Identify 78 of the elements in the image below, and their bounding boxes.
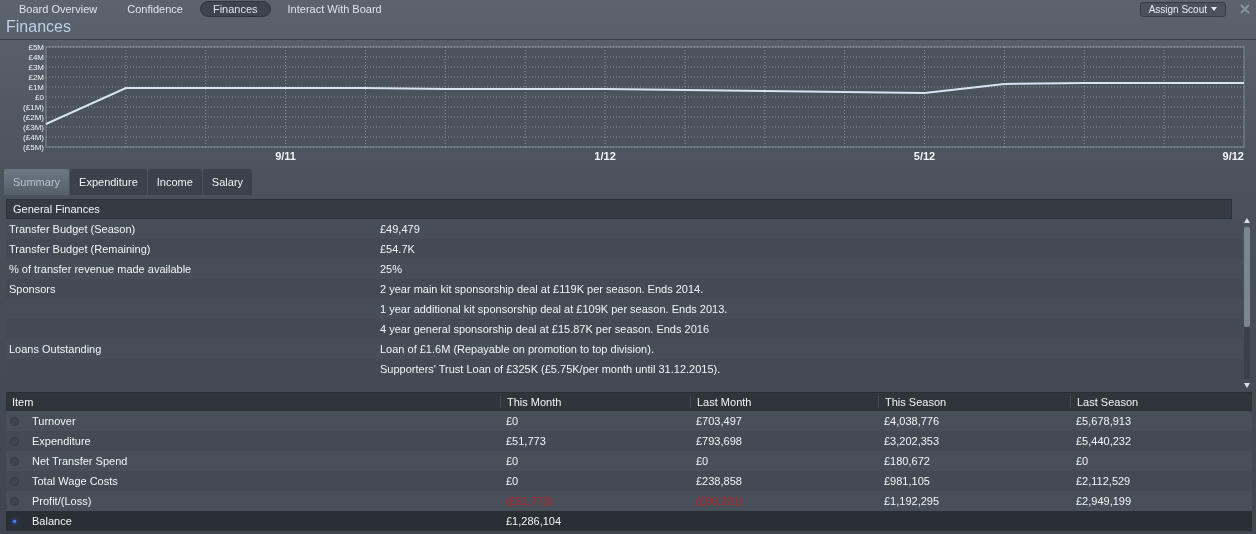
row-label: % of transfer revenue made available xyxy=(9,263,193,275)
table-cell-text: Profit/(Loss) xyxy=(31,495,92,507)
row-value: 4 year general sponsorship deal at £15.87K per season. Ends 2016 xyxy=(380,323,710,335)
table-cell-text: £0 xyxy=(505,415,520,427)
row-label: Transfer Budget (Season) xyxy=(9,223,137,235)
y-axis-label: £3M xyxy=(28,63,44,72)
table-cell-text: £0 xyxy=(1075,455,1090,467)
table-cell-text: £703,497 xyxy=(695,415,743,427)
y-axis-label: £4M xyxy=(28,53,44,62)
nav-tab[interactable]: Confidence xyxy=(114,1,196,17)
y-axis-label: (£5M) xyxy=(23,143,44,152)
column-header: Last Season xyxy=(1070,396,1252,408)
y-axis-label: (£2M) xyxy=(23,113,44,122)
nav-tab[interactable]: Finances xyxy=(199,1,271,17)
table-cell-text: Turnover xyxy=(31,415,76,427)
row-label: Loans Outstanding xyxy=(9,343,103,355)
row-value: 25% xyxy=(380,263,404,275)
table-cell-text: £981,105 xyxy=(883,475,931,487)
row-value: £54.7K xyxy=(380,243,416,255)
row-value: £49,479 xyxy=(380,223,421,235)
table-cell-text: £2,949,199 xyxy=(1075,495,1133,507)
x-axis-label: 9/12 xyxy=(1222,150,1244,161)
table-cell-text: £1,286,104 xyxy=(505,515,563,527)
nav-tab[interactable]: Interact With Board xyxy=(274,1,395,17)
table-cell-text: £0 xyxy=(505,475,520,487)
table-cell-text: £180,672 xyxy=(883,455,931,467)
table-cell-text: £793,698 xyxy=(695,435,743,447)
table-row[interactable]: Turnover £0 £703,497 £4,038,776 £5,678,913 xyxy=(6,411,1252,431)
row-value: Supporters' Trust Loan of £325K (£5.75K/per month until 31.12.2015). xyxy=(380,363,722,375)
row-value: 1 year additional kit sponsorship deal at £109K per season. Ends 2013. xyxy=(380,303,729,315)
table-row[interactable]: Total Wage Costs £0 £238,858 £981,105 £2,112,529 xyxy=(6,471,1252,491)
table-cell-text: £238,858 xyxy=(695,475,743,487)
table-cell-text: £4,038,776 xyxy=(883,415,941,427)
row-value: Loan of £1.6M (Repayable on promotion to top division). xyxy=(380,343,655,355)
table-cell-text: £5,678,913 xyxy=(1075,415,1133,427)
y-axis-label: (£4M) xyxy=(23,133,44,142)
table-cell-text: £1,192,295 xyxy=(883,495,941,507)
table-cell-text: Total Wage Costs xyxy=(31,475,118,487)
column-header: Item xyxy=(11,396,35,408)
tab[interactable]: Salary xyxy=(202,169,253,195)
section-heading: General Finances xyxy=(6,199,1232,219)
column-header: This Season xyxy=(878,396,1070,408)
row-label: Transfer Budget (Remaining) xyxy=(9,243,152,255)
page-title: Finances xyxy=(0,18,1256,40)
close-icon[interactable] xyxy=(1240,4,1250,14)
row-value: 2 year main kit sponsorship deal at £119K per season. Ends 2014. xyxy=(380,283,705,295)
table-cell-text: Expenditure xyxy=(31,435,91,447)
table-cell-text: £2,112,529 xyxy=(1075,475,1132,487)
table-cell-text: £0 xyxy=(695,455,710,467)
nav-tab[interactable]: Board Overview xyxy=(6,1,111,17)
tab[interactable]: Expenditure xyxy=(70,169,147,195)
tab[interactable]: Income xyxy=(147,169,202,195)
row-label: Sponsors xyxy=(9,283,57,295)
y-axis-label: £1M xyxy=(28,83,44,92)
scrollbar[interactable] xyxy=(1242,217,1252,389)
table-cell-text: (£90,201) xyxy=(695,495,745,507)
caret-icon xyxy=(1211,7,1217,11)
table-row[interactable]: Net Transfer Spend £0 £0 £180,672 £0 xyxy=(6,451,1252,471)
table-cell-text: Balance xyxy=(31,515,72,527)
table-row[interactable]: Profit/(Loss) (£51,773) (£90,201) £1,192,295 £2,949,199 xyxy=(6,491,1252,511)
column-header: Last Month xyxy=(690,396,878,408)
x-axis-label: 9/11 xyxy=(275,150,296,161)
table-cell-text: Net Transfer Spend xyxy=(31,455,128,467)
y-axis-label: (£1M) xyxy=(23,103,44,112)
y-axis-label: £0 xyxy=(35,93,44,102)
table-cell-text: £3,202,353 xyxy=(883,435,941,447)
x-axis-label: 1/12 xyxy=(594,150,616,161)
table-cell-text: (£51,773) xyxy=(505,495,555,507)
assign-scout-button[interactable]: Assign Scout xyxy=(1139,1,1226,17)
table-cell-text: £5,440,232 xyxy=(1075,435,1133,447)
y-axis-label: (£3M) xyxy=(23,123,44,132)
y-axis-label: £2M xyxy=(28,73,44,82)
table-cell-text: £51,773 xyxy=(505,435,547,447)
x-axis-label: 5/12 xyxy=(913,150,936,161)
table-row[interactable]: Balance £1,286,104 xyxy=(6,511,1252,531)
table-cell-text: £0 xyxy=(505,455,520,467)
column-header: This Month xyxy=(500,396,690,408)
y-axis-label: £5M xyxy=(28,43,44,52)
